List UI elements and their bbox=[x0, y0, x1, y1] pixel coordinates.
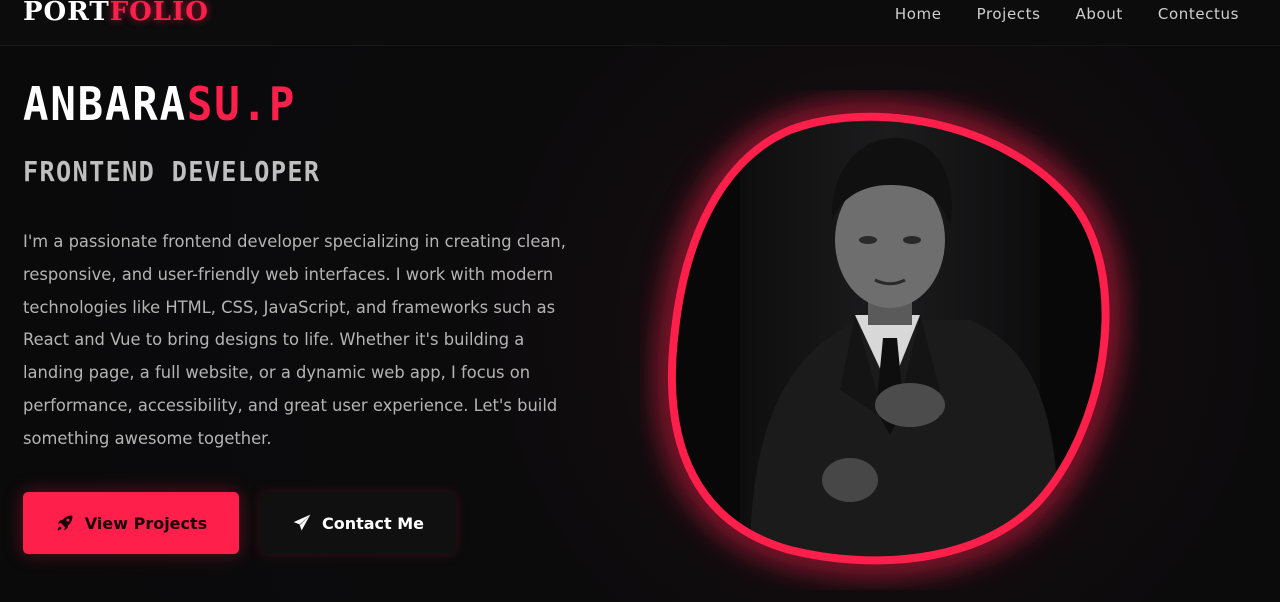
hero-name: ANBARASU.P bbox=[23, 78, 296, 130]
nav-links: Home Projects About Contectus bbox=[860, 4, 1239, 24]
portfolio-page: PORTFOLIO Home Projects About Contectus … bbox=[0, 0, 1280, 602]
logo[interactable]: PORTFOLIO bbox=[23, 0, 209, 28]
hero-role: FRONTEND DEVELOPER bbox=[23, 155, 321, 188]
hero-name-part-1: ANBARA bbox=[23, 77, 187, 131]
profile-photo bbox=[657, 101, 1121, 576]
contact-me-label: Contact Me bbox=[321, 513, 425, 533]
profile-photo-frame bbox=[640, 90, 1140, 590]
nav-link-home[interactable]: Home bbox=[895, 4, 942, 24]
navbar: PORTFOLIO Home Projects About Contectus bbox=[0, 0, 1280, 46]
nav-link-about[interactable]: About bbox=[1076, 4, 1123, 24]
hero-name-part-2: SU.P bbox=[186, 77, 297, 131]
view-projects-label: View Projects bbox=[84, 513, 208, 533]
nav-link-projects[interactable]: Projects bbox=[977, 4, 1041, 24]
hero-bio: I'm a passionate frontend developer spec… bbox=[23, 232, 566, 449]
rocket-icon bbox=[55, 513, 75, 533]
logo-part-2: FOLIO bbox=[109, 0, 209, 27]
contact-me-button[interactable]: Contact Me bbox=[260, 492, 456, 554]
nav-link-contact[interactable]: Contectus bbox=[1158, 4, 1239, 24]
logo-part-1: PORT bbox=[23, 0, 110, 27]
paper-plane-icon bbox=[292, 513, 312, 533]
view-projects-button[interactable]: View Projects bbox=[23, 492, 239, 554]
